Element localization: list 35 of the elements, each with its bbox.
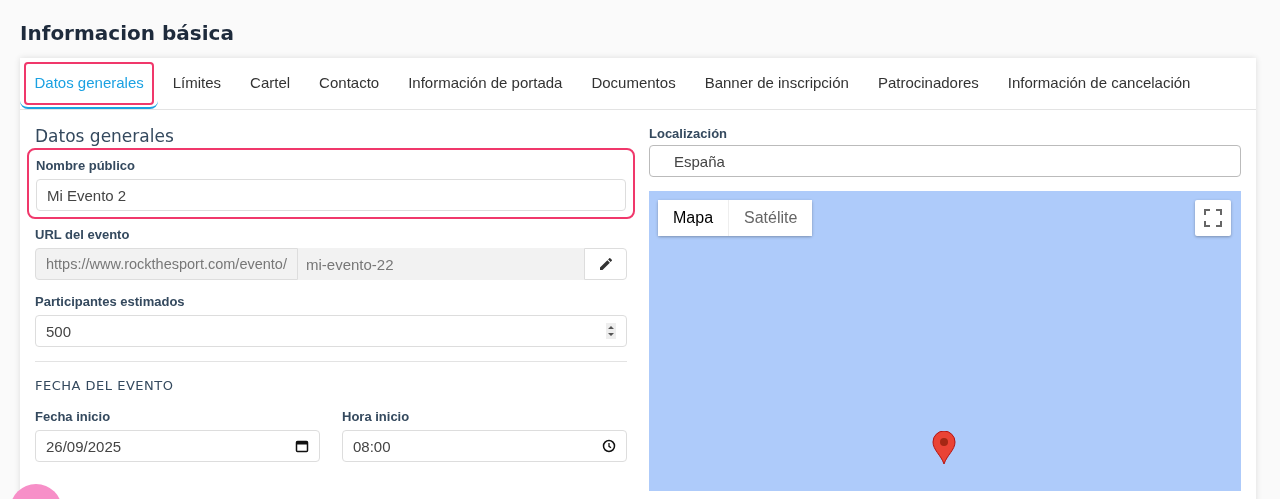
edit-button[interactable]	[584, 248, 627, 280]
tab[interactable]: Límites	[158, 58, 236, 109]
input-field[interactable]: Mi Evento 2	[36, 179, 626, 211]
section-heading: FECHA DEL EVENTO	[35, 378, 175, 393]
input-field[interactable]: mi-evento-22	[297, 248, 584, 280]
map-type-button[interactable]: Satélite	[729, 200, 813, 236]
field-label: Localización	[649, 126, 729, 141]
section-title: Datos generales	[35, 126, 175, 146]
map-marker-icon	[932, 431, 956, 465]
field-label: Fecha inicio	[35, 409, 112, 424]
input-field[interactable]: España	[649, 145, 1241, 177]
fullscreen-icon	[1204, 209, 1222, 227]
time-field[interactable]: 08:00	[342, 430, 627, 462]
tab[interactable]: Patrocinadores	[863, 58, 994, 109]
map-type-button[interactable]: Mapa	[658, 200, 730, 236]
tab[interactable]: Banner de inscripción	[690, 58, 864, 109]
field-label: Nombre público	[36, 158, 136, 173]
tab[interactable]: Contacto	[304, 58, 394, 109]
tab[interactable]: Cartel	[235, 58, 305, 109]
number-field[interactable]: 500	[35, 315, 627, 347]
tab[interactable]: Información de portada	[393, 58, 577, 109]
date-field[interactable]: 26/09/2025	[35, 430, 320, 462]
map[interactable]: Mapa Satélite	[649, 191, 1241, 491]
fullscreen-button[interactable]	[1195, 200, 1231, 236]
field-label: Participantes estimados	[35, 294, 186, 309]
calendar-icon	[295, 439, 309, 453]
page-title: Informacion básica	[19, 20, 235, 47]
field-label: URL del evento	[35, 227, 131, 242]
clock-icon	[602, 439, 616, 453]
tab[interactable]: Información de cancelación	[993, 58, 1205, 109]
spinner-icon	[606, 323, 616, 339]
field-label: Hora inicio	[342, 409, 411, 424]
tab[interactable]: Documentos	[576, 58, 691, 109]
pencil-icon	[597, 256, 614, 272]
url-prefix: https://www.rockthesport.com/evento/	[35, 248, 298, 280]
